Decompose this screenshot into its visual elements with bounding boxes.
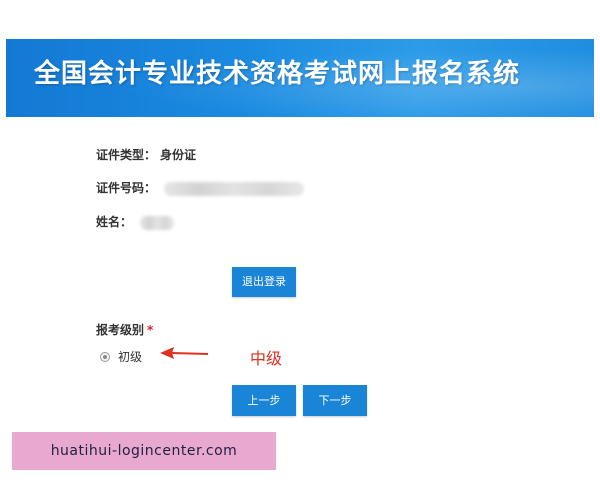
logout-button[interactable]: 退出登录 <box>232 267 296 297</box>
name-label: 姓名： <box>96 215 133 229</box>
exam-level-option[interactable]: 初级 <box>100 348 142 365</box>
annotation-text: 中级 <box>250 349 283 368</box>
header-banner: 全国会计专业技术资格考试网上报名系统 <box>6 39 594 117</box>
required-marker: * <box>147 323 154 337</box>
name-redacted <box>140 215 175 230</box>
radio-selected-icon[interactable] <box>100 351 110 362</box>
id-type-value: 身份证 <box>160 148 197 162</box>
exam-level-option-label: 初级 <box>118 350 143 364</box>
name-row: 姓名： <box>96 213 175 230</box>
page-title: 全国会计专业技术资格考试网上报名系统 <box>34 59 521 89</box>
id-number-label: 证件号码： <box>96 181 157 195</box>
red-arrow-icon <box>160 347 209 359</box>
id-number-redacted <box>164 181 305 196</box>
prev-step-button[interactable]: 上一步 <box>232 385 296 416</box>
next-step-button[interactable]: 下一步 <box>303 385 367 416</box>
watermark-banner: huatihui-logincenter.com <box>12 432 276 470</box>
id-type-row: 证件类型： 身份证 <box>96 146 196 163</box>
exam-level-heading: 报考级别 * <box>96 321 153 338</box>
exam-level-label: 报考级别 <box>96 323 145 337</box>
id-type-label: 证件类型： <box>96 148 157 162</box>
registration-page: 全国会计专业技术资格考试网上报名系统 证件类型： 身份证 证件号码： 姓名： 退出… <box>0 0 600 480</box>
id-number-row: 证件号码： <box>96 179 305 196</box>
